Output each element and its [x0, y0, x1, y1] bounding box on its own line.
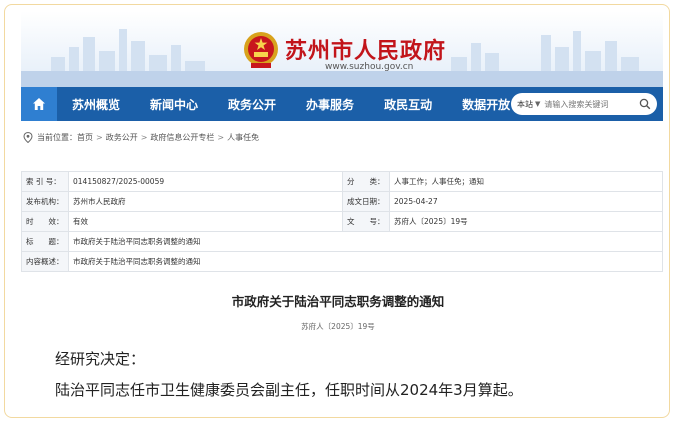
article-paragraph: 陆治平同志任市卫生健康委员会副主任，任职时间从2024年3月算起。 — [55, 381, 523, 399]
nav-item-interaction[interactable]: 政民互动 — [369, 87, 447, 121]
article-title: 市政府关于陆治平同志职务调整的通知 — [231, 294, 445, 309]
breadcrumb-separator: > — [217, 133, 225, 142]
breadcrumb: 当前位置： 首页 > 政务公开 > 政府信息公开专栏 > 人事任免 — [23, 132, 259, 143]
table-row: 发布机构： 苏州市人民政府 成文日期： 2025-04-27 — [21, 191, 663, 212]
summary-value: 市政府关于陆治平同志职务调整的通知 — [68, 251, 663, 272]
nav-item-news-center[interactable]: 新闻中心 — [135, 87, 213, 121]
table-row: 索 引 号： 014150827/2025-00059 分 类： 人事工作；人事… — [21, 171, 663, 192]
table-row: 内容概述： 市政府关于陆治平同志职务调整的通知 — [21, 251, 663, 272]
article-paragraph: 经研究决定： — [55, 350, 146, 368]
docno-label: 文 号： — [342, 211, 390, 232]
date-value: 2025-04-27 — [389, 191, 663, 212]
search-icon[interactable] — [639, 98, 651, 110]
table-row: 标 题： 市政府关于陆治平同志职务调整的通知 — [21, 231, 663, 252]
nav-item-suzhou-overview[interactable]: 苏州概览 — [57, 87, 135, 121]
nav-item-government-affairs[interactable]: 政务公开 — [213, 87, 291, 121]
site-url: www.suzhou.gov.cn — [325, 62, 414, 72]
home-icon — [33, 98, 45, 110]
location-pin-icon — [23, 132, 33, 143]
chevron-down-icon[interactable]: ▼ — [535, 100, 540, 108]
docno-value: 苏府人〔2025〕19号 — [389, 211, 663, 232]
breadcrumb-separator: > — [140, 133, 148, 142]
site-title: 苏州市人民政府 — [285, 39, 447, 64]
summary-label: 内容概述： — [21, 251, 69, 272]
search-input[interactable] — [544, 99, 617, 109]
breadcrumb-appointments[interactable]: 人事任免 — [227, 132, 259, 143]
validity-label: 时 效： — [21, 211, 69, 232]
publisher-value: 苏州市人民政府 — [68, 191, 343, 212]
search-box: 本站 ▼ — [511, 93, 657, 115]
document-info-table: 索 引 号： 014150827/2025-00059 分 类： 人事工作；人事… — [21, 171, 663, 272]
index-label: 索 引 号： — [21, 171, 69, 192]
nav-item-services[interactable]: 办事服务 — [291, 87, 369, 121]
breadcrumb-government-affairs[interactable]: 政务公开 — [106, 132, 138, 143]
validity-value: 有效 — [68, 211, 343, 232]
table-row: 时 效： 有效 文 号： 苏府人〔2025〕19号 — [21, 211, 663, 232]
home-button[interactable] — [21, 87, 57, 121]
date-label: 成文日期： — [342, 191, 390, 212]
page-frame: 苏州市人民政府 www.suzhou.gov.cn 苏州概览 新闻中心 政务公开… — [4, 4, 670, 418]
article-doc-number: 苏府人〔2025〕19号 — [301, 322, 375, 331]
breadcrumb-label: 当前位置： — [37, 133, 77, 142]
category-value: 人事工作；人事任免；通知 — [389, 171, 663, 192]
title-label: 标 题： — [21, 231, 69, 252]
index-value: 014150827/2025-00059 — [68, 171, 343, 192]
breadcrumb-info-disclosure[interactable]: 政府信息公开专栏 — [150, 132, 214, 143]
header-banner: 苏州市人民政府 www.suzhou.gov.cn — [21, 11, 663, 87]
national-emblem-icon — [244, 32, 278, 68]
breadcrumb-separator: > — [96, 133, 103, 142]
publisher-label: 发布机构： — [21, 191, 69, 212]
title-value: 市政府关于陆治平同志职务调整的通知 — [68, 231, 663, 252]
main-nav: 苏州概览 新闻中心 政务公开 办事服务 政民互动 数据开放 本站 ▼ — [21, 87, 663, 121]
search-scope-select[interactable]: 本站 — [517, 99, 533, 110]
breadcrumb-home[interactable]: 首页 — [77, 132, 93, 143]
category-label: 分 类： — [342, 171, 390, 192]
